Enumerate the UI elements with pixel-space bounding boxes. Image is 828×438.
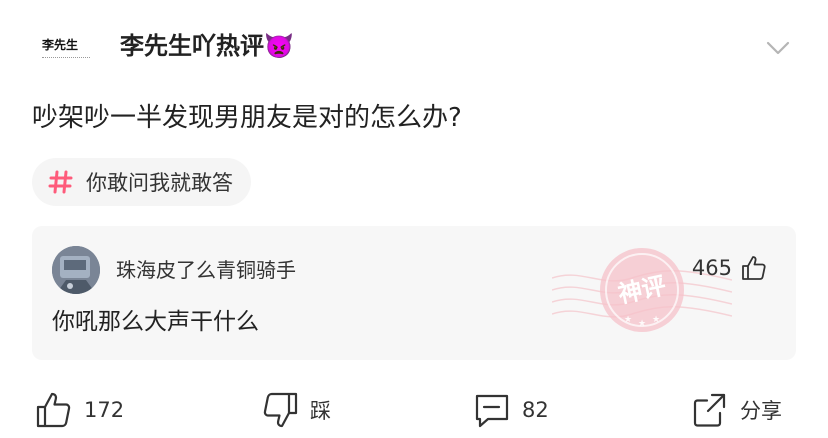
commenter-name[interactable]: 珠海皮了么青铜骑手 [116,256,296,284]
share-icon [693,393,726,427]
hashtag-icon [48,170,73,194]
commenter-avatar-image [52,246,100,294]
thumbs-up-icon [742,256,766,280]
share-button[interactable]: 分享 [690,386,782,434]
thumbs-down-icon [263,392,298,428]
svg-text:★: ★ [652,315,660,325]
dislike-button[interactable]: 踩 [260,386,331,434]
post-header: 李先生 李先生吖热评👿 [32,22,796,78]
share-label: 分享 [740,399,782,423]
thumbs-up-icon [36,392,71,428]
chevron-down-icon[interactable] [764,34,792,62]
commenter-avatar[interactable] [52,246,100,294]
post-title[interactable]: 吵架吵一半发现男朋友是对的怎么办? [32,98,462,138]
like-count: 172 [84,398,125,422]
author-avatar[interactable]: 李先生 [32,22,92,76]
comment-like-button[interactable]: 465 [692,254,768,282]
author-logo-mark: 李先生 [42,38,79,52]
author-name[interactable]: 李先生吖热评👿 [120,30,294,62]
comment-text: 你吼那么大声干什么 [52,309,259,335]
svg-text:★: ★ [638,319,646,329]
logo-underline [42,57,90,62]
like-button[interactable]: 172 [34,386,124,434]
comment-like-count: 465 [691,256,732,280]
topic-chip[interactable]: 你敢问我就敢答 [32,158,251,206]
topic-label: 你敢问我就敢答 [86,171,233,195]
comment-button[interactable]: 82 [472,386,549,434]
comment-count: 82 [522,398,549,422]
svg-text:★: ★ [624,315,632,325]
hot-comment-card[interactable]: 神评 ★ ★ ★ 珠海皮了么青铜骑手 465 你吼那么大声干什么 [32,226,796,360]
action-bar: 172 踩 82 分享 [0,386,828,434]
post-card: 李先生 李先生吖热评👿 吵架吵一半发现男朋友是对的怎么办? 你敢问我就敢答 神评… [0,0,828,438]
comment-bubble-icon [475,394,509,428]
dislike-label: 踩 [310,399,331,423]
